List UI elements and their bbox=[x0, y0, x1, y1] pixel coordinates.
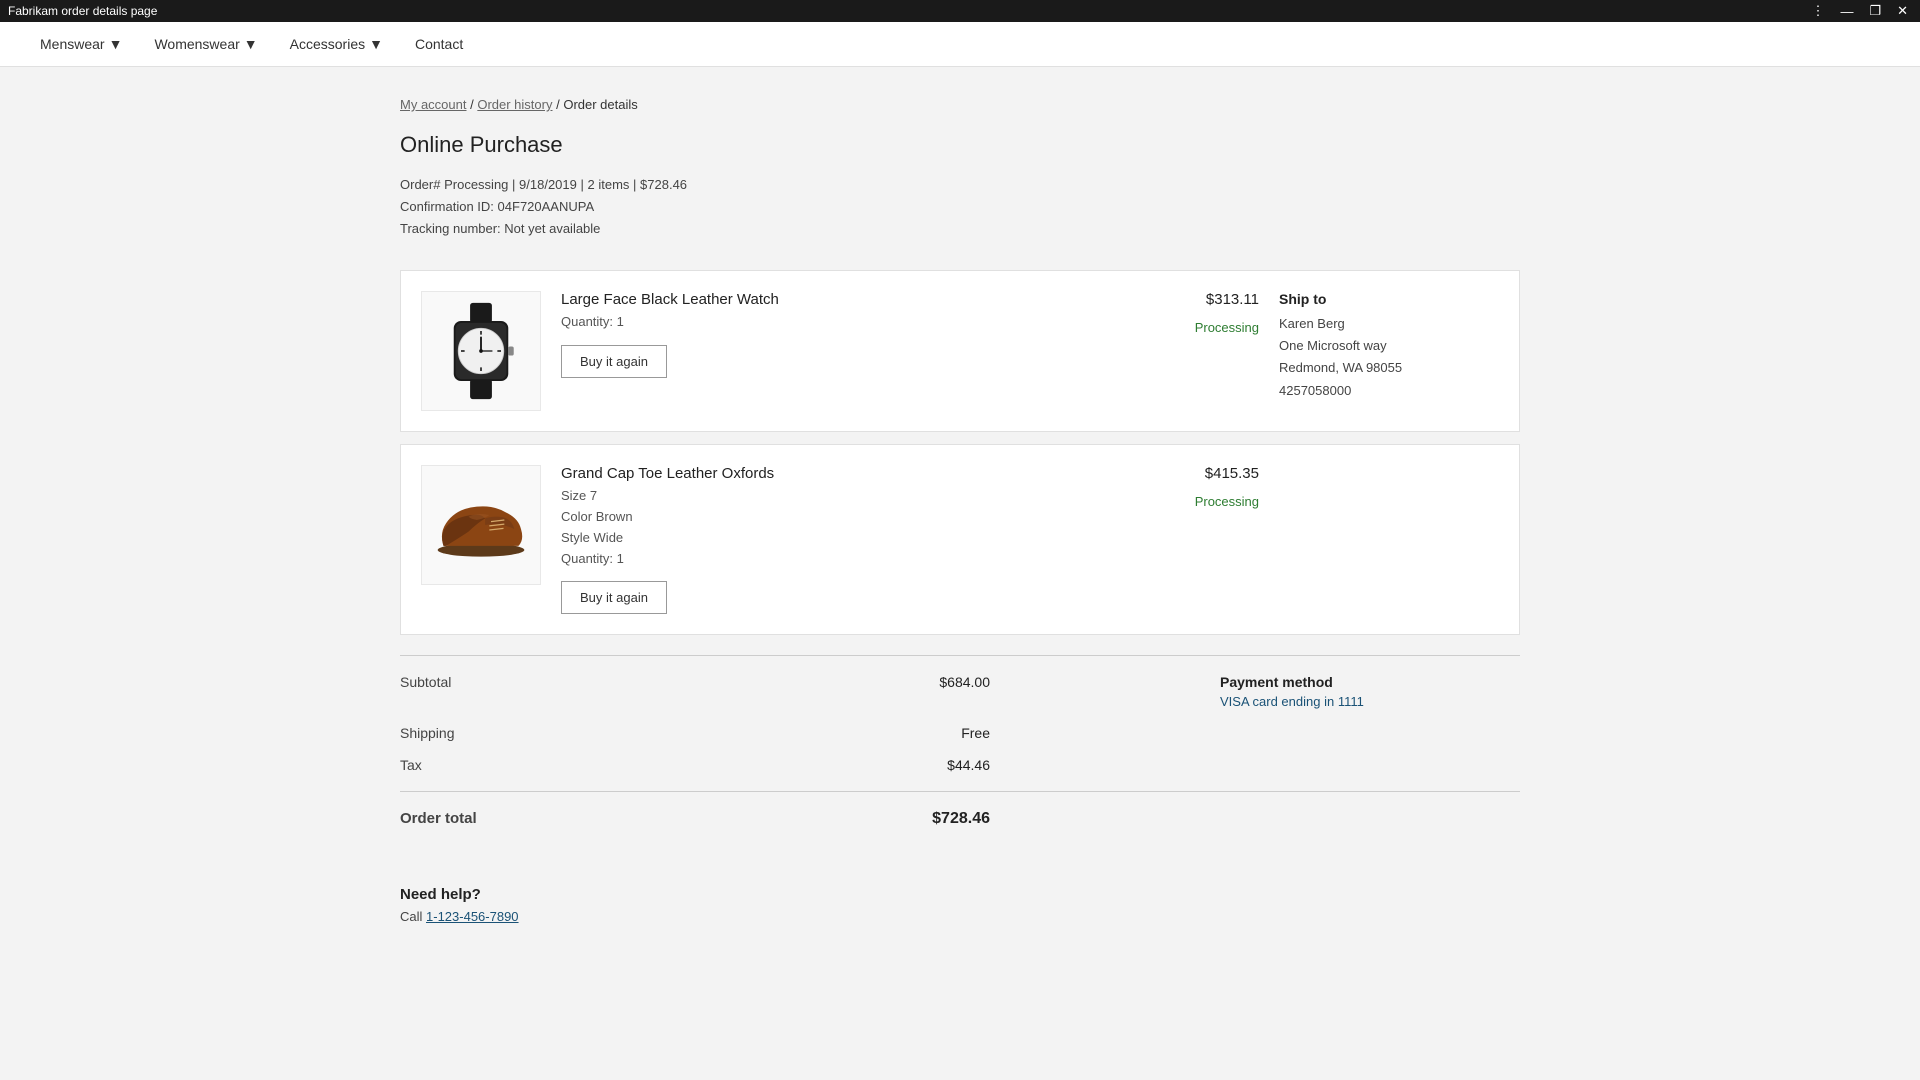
order-meta: Order# Processing | 9/18/2019 | 2 items … bbox=[400, 174, 1520, 240]
titlebar-title: Fabrikam order details page bbox=[8, 4, 157, 18]
item-1-quantity: Quantity: 1 bbox=[561, 312, 1139, 333]
breadcrumb-current: Order details bbox=[563, 97, 637, 112]
order-tracking-line: Tracking number: Not yet available bbox=[400, 218, 1520, 240]
order-item-2: Grand Cap Toe Leather Oxfords Size 7 Col… bbox=[400, 444, 1520, 635]
item-2-style: Style Wide bbox=[561, 528, 1139, 549]
order-items-list: Large Face Black Leather Watch Quantity:… bbox=[400, 270, 1520, 635]
titlebar-controls: ⋮ — ❐ ✕ bbox=[1807, 3, 1912, 19]
breadcrumb: My account / Order history / Order detai… bbox=[400, 97, 1520, 112]
item-1-details: Large Face Black Leather Watch Quantity:… bbox=[561, 291, 1139, 378]
minimize-button[interactable]: — bbox=[1836, 3, 1857, 19]
total-row: Order total $728.46 bbox=[400, 802, 1520, 836]
navbar: Menswear ▼ Womenswear ▼ Accessories ▼ Co… bbox=[0, 22, 1920, 67]
item-2-buy-again-button[interactable]: Buy it again bbox=[561, 581, 667, 614]
ship-to-details: Karen Berg One Microsoft way Redmond, WA… bbox=[1279, 313, 1499, 401]
item-1-name: Large Face Black Leather Watch bbox=[561, 291, 1139, 308]
help-section: Need help? Call 1-123-456-7890 bbox=[400, 866, 1520, 944]
item-1-image bbox=[421, 291, 541, 411]
nav-womenswear[interactable]: Womenswear ▼ bbox=[154, 36, 257, 52]
item-1-price: $313.11 bbox=[1159, 291, 1259, 308]
order-meta-line1: Order# Processing | 9/18/2019 | 2 items … bbox=[400, 174, 1520, 196]
ship-to-address1: One Microsoft way bbox=[1279, 335, 1499, 357]
nav-accessories[interactable]: Accessories ▼ bbox=[290, 36, 383, 52]
order-items-count: 2 items bbox=[588, 177, 630, 192]
breadcrumb-order-history[interactable]: Order history bbox=[477, 97, 552, 112]
chevron-down-icon: ▼ bbox=[369, 36, 383, 52]
order-item-1: Large Face Black Leather Watch Quantity:… bbox=[400, 270, 1520, 432]
total-value: $728.46 bbox=[932, 810, 990, 827]
help-title: Need help? bbox=[400, 886, 1520, 903]
item-1-buy-again-button[interactable]: Buy it again bbox=[561, 345, 667, 378]
subtotal-row: Subtotal $684.00 Payment method VISA car… bbox=[400, 666, 1520, 717]
main-content: My account / Order history / Order detai… bbox=[360, 67, 1560, 974]
item-2-price: $415.35 bbox=[1159, 465, 1259, 482]
order-date: 9/18/2019 bbox=[519, 177, 577, 192]
chevron-down-icon: ▼ bbox=[109, 36, 123, 52]
payment-detail: VISA card ending in 1111 bbox=[1220, 694, 1520, 709]
nav-contact[interactable]: Contact bbox=[415, 36, 463, 52]
page-title: Online Purchase bbox=[400, 132, 1520, 158]
ship-to-phone: 4257058000 bbox=[1279, 380, 1499, 402]
payment-title: Payment method bbox=[1220, 674, 1520, 690]
titlebar: Fabrikam order details page ⋮ — ❐ ✕ bbox=[0, 0, 1920, 22]
shipping-label: Shipping bbox=[400, 725, 455, 741]
item-2-status: Processing bbox=[1159, 494, 1259, 509]
watch-icon bbox=[441, 301, 521, 401]
tax-label: Tax bbox=[400, 757, 422, 773]
item-2-image bbox=[421, 465, 541, 585]
order-total-summary: $728.46 bbox=[640, 177, 687, 192]
help-text: Call 1-123-456-7890 bbox=[400, 909, 1520, 924]
confirmation-label: Confirmation ID: bbox=[400, 199, 494, 214]
order-summary: Subtotal $684.00 Payment method VISA car… bbox=[400, 655, 1520, 836]
item-2-name: Grand Cap Toe Leather Oxfords bbox=[561, 465, 1139, 482]
shoe-icon bbox=[431, 490, 531, 560]
chevron-down-icon: ▼ bbox=[244, 36, 258, 52]
item-2-color: Color Brown bbox=[561, 507, 1139, 528]
shipping-value: Free bbox=[961, 725, 990, 741]
restore-button[interactable]: ❐ bbox=[1865, 3, 1885, 19]
item-1-price-col: $313.11 Processing bbox=[1159, 291, 1259, 335]
order-number-label: Order# bbox=[400, 177, 440, 192]
confirmation-id: 04F720AANUPA bbox=[498, 199, 595, 214]
item-2-quantity: Quantity: 1 bbox=[561, 549, 1139, 570]
ship-to-name: Karen Berg bbox=[1279, 313, 1499, 335]
item-2-details: Grand Cap Toe Leather Oxfords Size 7 Col… bbox=[561, 465, 1139, 614]
nav-menswear[interactable]: Menswear ▼ bbox=[40, 36, 122, 52]
ship-to-title: Ship to bbox=[1279, 291, 1499, 307]
total-label: Order total bbox=[400, 810, 477, 827]
tracking-label: Tracking number: bbox=[400, 221, 501, 236]
ship-to-city-state: Redmond, WA 98055 bbox=[1279, 357, 1499, 379]
shipping-row: Shipping Free bbox=[400, 717, 1520, 749]
ship-to-block: Ship to Karen Berg One Microsoft way Red… bbox=[1279, 291, 1499, 401]
more-icon[interactable]: ⋮ bbox=[1807, 3, 1828, 19]
order-status-text: Processing bbox=[444, 177, 508, 192]
tax-row: Tax $44.46 bbox=[400, 749, 1520, 781]
tracking-value: Not yet available bbox=[504, 221, 600, 236]
order-confirmation-line: Confirmation ID: 04F720AANUPA bbox=[400, 196, 1520, 218]
item-1-status: Processing bbox=[1159, 320, 1259, 335]
subtotal-value: $684.00 bbox=[939, 674, 990, 690]
payment-block: Payment method VISA card ending in 1111 bbox=[1220, 674, 1520, 709]
item-2-price-col: $415.35 Processing bbox=[1159, 465, 1259, 509]
breadcrumb-my-account[interactable]: My account bbox=[400, 97, 466, 112]
close-button[interactable]: ✕ bbox=[1893, 3, 1912, 19]
help-phone-link[interactable]: 1-123-456-7890 bbox=[426, 909, 519, 924]
tax-value: $44.46 bbox=[947, 757, 990, 773]
item-2-size: Size 7 bbox=[561, 486, 1139, 507]
summary-divider bbox=[400, 791, 1520, 792]
subtotal-label: Subtotal bbox=[400, 674, 451, 690]
